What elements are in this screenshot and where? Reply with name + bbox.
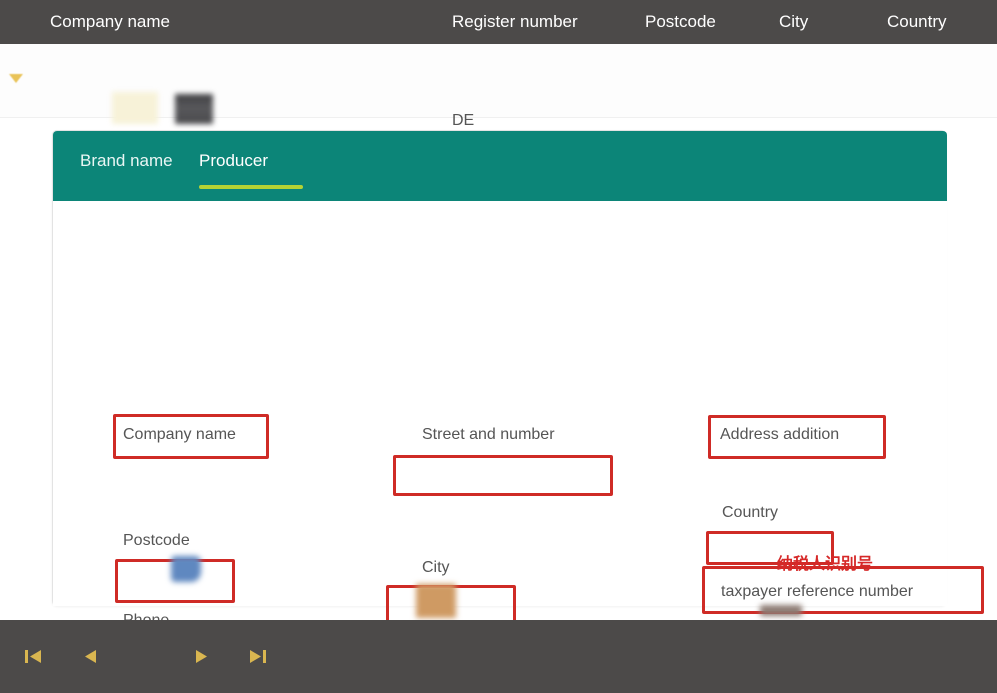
grid-column-header-city[interactable]: City [779, 0, 808, 44]
first-page-icon[interactable] [4, 620, 62, 693]
redacted-cell-company-name-value [175, 94, 213, 124]
card-tab-bar: Brand name Producer [53, 131, 947, 201]
grid-column-header-company-name[interactable]: Company name [50, 0, 170, 44]
field-label-city: City [422, 559, 450, 577]
grid-header: Company name Register number Postcode Ci… [0, 0, 997, 44]
tab-brand-name[interactable]: Brand name [80, 151, 173, 181]
last-page-icon[interactable] [228, 620, 286, 693]
field-label-country: Country [722, 504, 778, 522]
prev-page-icon[interactable] [61, 620, 119, 693]
pagination-bar: 1 10 1 - 1 of 1 items [0, 620, 997, 693]
annotation-box-street-and-number [393, 455, 613, 496]
caret-down-icon[interactable] [9, 74, 23, 83]
annotation-text-taxpayer-reference-number: 纳税人识别号 [777, 550, 873, 574]
redacted-cell-company-name-badge [112, 92, 158, 124]
producer-form: Company name Postcode Phone Register num… [53, 201, 947, 606]
grid-column-header-postcode[interactable]: Postcode [645, 0, 716, 44]
tab-producer[interactable]: Producer [199, 151, 268, 181]
grid-cell-register-number: DE [452, 112, 474, 130]
grid-column-header-country[interactable]: Country [887, 0, 947, 44]
redacted-value-postcode [171, 556, 201, 582]
field-label-street-and-number: Street and number [422, 426, 555, 444]
active-tab-indicator [199, 185, 303, 189]
field-label-postcode: Postcode [123, 532, 190, 550]
table-row[interactable]: DE [0, 44, 997, 118]
annotation-box-company-name [113, 414, 269, 459]
annotation-box-address-addition [708, 415, 886, 459]
grid-column-header-register-number[interactable]: Register number [452, 0, 578, 44]
redacted-value-city [416, 584, 456, 618]
app-root: Company name Register number Postcode Ci… [0, 0, 997, 693]
producer-detail-card: Brand name Producer Company name Postcod… [52, 130, 946, 606]
next-page-icon[interactable] [172, 620, 230, 693]
redacted-value-taxpayer-reference-number [760, 605, 802, 616]
